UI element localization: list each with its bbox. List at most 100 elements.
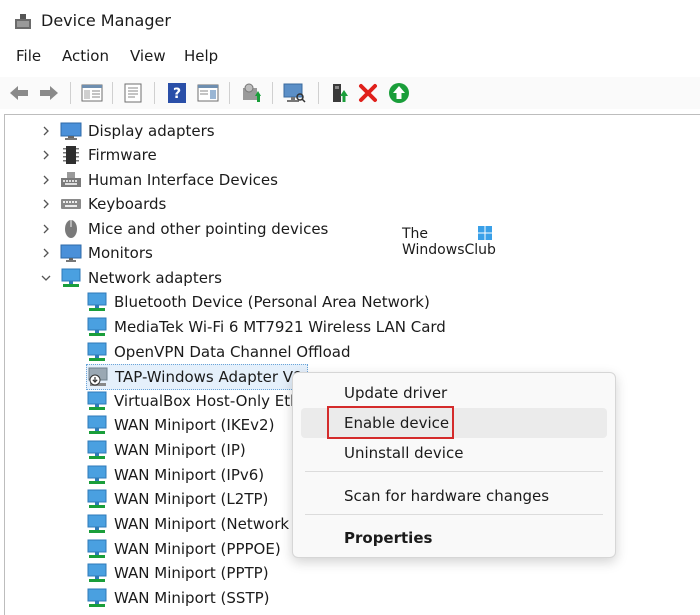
title-bar: Device Manager xyxy=(0,0,700,44)
tree-device-label: WAN Miniport (PPTP) xyxy=(114,564,269,582)
tree-device-label: OpenVPN Data Channel Offload xyxy=(114,343,351,361)
tree-category-label: Keyboards xyxy=(88,195,167,213)
watermark-line2: WindowsClub xyxy=(402,242,496,258)
tree-device-item[interactable]: Bluetooth Device (Personal Area Network) xyxy=(86,290,430,314)
tree-category-keyboards[interactable]: Keyboards xyxy=(60,192,166,216)
scan-hardware-icon[interactable] xyxy=(282,81,306,105)
disabled-network-adapter-icon xyxy=(88,367,108,386)
enable-device-icon[interactable] xyxy=(327,81,351,105)
toolbar-separator xyxy=(154,82,155,104)
toolbar: ? xyxy=(0,77,700,109)
back-icon[interactable] xyxy=(7,81,31,105)
tree-device-item-selected[interactable]: TAP-Windows Adapter V9 xyxy=(86,364,308,390)
menu-view[interactable]: View xyxy=(130,47,166,65)
tree-device-item[interactable]: OpenVPN Data Channel Offload xyxy=(86,340,351,364)
toolbar-separator xyxy=(112,82,113,104)
tree-category-network-adapters[interactable]: Network adapters xyxy=(60,266,222,290)
toolbar-separator xyxy=(70,82,71,104)
device-manager-icon xyxy=(15,14,31,29)
help-icon[interactable]: ? xyxy=(165,81,189,105)
network-adapter-icon xyxy=(87,391,107,410)
human-interface-device-icon xyxy=(61,172,81,187)
expand-chevron-icon[interactable] xyxy=(41,150,51,160)
collapse-chevron-icon[interactable] xyxy=(41,273,51,283)
svg-text:?: ? xyxy=(173,86,181,102)
menu-action[interactable]: Action xyxy=(62,47,109,65)
network-adapter-icon xyxy=(87,342,107,361)
update-driver-icon[interactable] xyxy=(240,81,264,105)
forward-icon[interactable] xyxy=(37,81,61,105)
tree-device-label: WAN Miniport (L2TP) xyxy=(114,490,269,508)
keyboard-icon xyxy=(61,199,81,209)
tree-category-display-adapters[interactable]: Display adapters xyxy=(60,119,215,143)
monitor-icon xyxy=(60,244,82,262)
menu-separator xyxy=(305,471,603,472)
mouse-icon xyxy=(65,220,77,238)
watermark: The WindowsClub xyxy=(402,226,496,258)
tree-device-item[interactable]: WAN Miniport (IPv6) xyxy=(86,463,264,487)
tree-device-label: WAN Miniport (PPPOE) xyxy=(114,540,281,558)
network-adapter-icon xyxy=(61,268,81,287)
expand-chevron-icon[interactable] xyxy=(41,224,51,234)
tree-device-item[interactable]: WAN Miniport (Network xyxy=(86,512,289,536)
tree-category-label: Display adapters xyxy=(88,122,215,140)
expand-chevron-icon[interactable] xyxy=(41,175,51,185)
toolbar-separator xyxy=(229,82,230,104)
network-adapter-icon xyxy=(87,514,107,533)
tree-category-label: Mice and other pointing devices xyxy=(88,220,329,238)
tree-category-mice[interactable]: Mice and other pointing devices xyxy=(60,217,328,241)
toolbar-separator xyxy=(318,82,319,104)
menu-file[interactable]: File xyxy=(16,47,41,65)
context-uninstall-device[interactable]: Uninstall device xyxy=(301,438,607,468)
window-title: Device Manager xyxy=(41,11,171,30)
windows-logo-icon xyxy=(478,226,492,240)
tree-category-hid[interactable]: Human Interface Devices xyxy=(60,168,278,192)
display-adapter-icon xyxy=(60,122,82,140)
tree-category-firmware[interactable]: Firmware xyxy=(60,143,157,167)
expand-chevron-icon[interactable] xyxy=(41,126,51,136)
context-scan-hardware[interactable]: Scan for hardware changes xyxy=(301,481,607,511)
menu-help[interactable]: Help xyxy=(184,47,218,65)
context-update-driver[interactable]: Update driver xyxy=(301,378,607,408)
tree-device-item[interactable]: WAN Miniport (L2TP) xyxy=(86,487,268,511)
tree-category-label: Human Interface Devices xyxy=(88,171,278,189)
tree-device-item[interactable]: WAN Miniport (PPPOE) xyxy=(86,537,281,561)
menu-separator xyxy=(305,514,603,515)
toolbar-separator xyxy=(272,82,273,104)
show-hide-icon[interactable] xyxy=(80,81,104,105)
action-pane-icon[interactable] xyxy=(196,81,220,105)
tree-category-monitors[interactable]: Monitors xyxy=(60,241,153,265)
tree-device-label: TAP-Windows Adapter V9 xyxy=(115,368,303,386)
expand-chevron-icon[interactable] xyxy=(41,199,51,209)
tree-device-label: WAN Miniport (IPv6) xyxy=(114,466,265,484)
tree-device-item[interactable]: WAN Miniport (PPTP) xyxy=(86,561,269,585)
firmware-icon xyxy=(63,146,79,164)
tree-device-label: WAN Miniport (IP) xyxy=(114,441,246,459)
network-adapter-icon xyxy=(87,317,107,336)
tree-category-label: Firmware xyxy=(88,146,157,164)
tree-device-label: MediaTek Wi-Fi 6 MT7921 Wireless LAN Car… xyxy=(114,318,446,336)
uninstall-device-icon[interactable] xyxy=(356,81,380,105)
tree-device-item[interactable]: WAN Miniport (IP) xyxy=(86,438,246,462)
tree-device-item[interactable]: WAN Miniport (IKEv2) xyxy=(86,413,274,437)
tree-category-label: Monitors xyxy=(88,244,153,262)
tree-device-label: WAN Miniport (Network xyxy=(114,515,290,533)
context-properties[interactable]: Properties xyxy=(301,523,607,553)
enable-device-highlight xyxy=(327,406,454,439)
tree-device-label: WAN Miniport (IKEv2) xyxy=(114,416,275,434)
tree-device-item[interactable]: WAN Miniport (SSTP) xyxy=(86,586,270,610)
expand-chevron-icon[interactable] xyxy=(41,248,51,258)
network-adapter-icon xyxy=(87,539,107,558)
properties-icon[interactable] xyxy=(121,81,145,105)
tree-device-item[interactable]: MediaTek Wi-Fi 6 MT7921 Wireless LAN Car… xyxy=(86,315,446,339)
tree-category-label: Network adapters xyxy=(88,269,222,287)
tree-device-label: Bluetooth Device (Personal Area Network) xyxy=(114,293,430,311)
network-adapter-icon xyxy=(87,588,107,607)
tree-device-label: WAN Miniport (SSTP) xyxy=(114,589,270,607)
context-menu: Update driver Enable device Uninstall de… xyxy=(292,372,616,558)
network-adapter-icon xyxy=(87,415,107,434)
network-adapter-icon xyxy=(87,563,107,582)
tree-device-item[interactable]: VirtualBox Host-Only Eth xyxy=(86,389,300,413)
network-adapter-icon xyxy=(87,465,107,484)
update-green-icon[interactable] xyxy=(387,81,411,105)
